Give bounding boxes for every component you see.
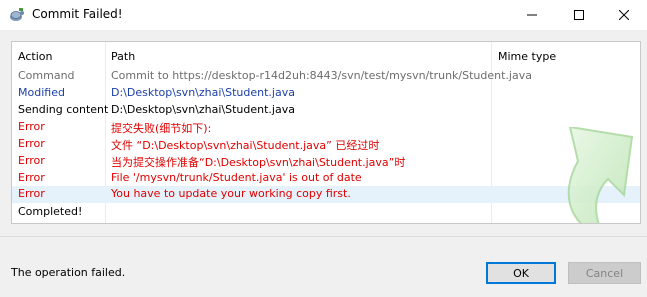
row-path: You have to update your working copy fir… — [111, 187, 351, 200]
row-path: 当为提交操作准备“D:\Desktop\svn\zhai\Student.jav… — [111, 156, 406, 169]
close-button[interactable] — [601, 0, 647, 30]
row-path: D:\Desktop\svn\zhai\Student.java — [111, 103, 295, 116]
column-header-path[interactable]: Path — [111, 50, 135, 63]
row-action: Completed! — [18, 205, 83, 218]
column-header-action[interactable]: Action — [18, 50, 52, 63]
row-action: Error — [18, 120, 45, 133]
row-action: Command — [18, 69, 75, 82]
close-icon — [619, 10, 629, 20]
row-path: File '/mysvn/trunk/Student.java' is out … — [111, 171, 362, 184]
minimize-button[interactable] — [509, 0, 555, 30]
status-text: The operation failed. — [11, 266, 126, 279]
table-row[interactable]: Modified D:\Desktop\svn\zhai\Student.jav… — [12, 85, 640, 102]
cancel-button[interactable]: Cancel — [568, 262, 641, 284]
row-path: Commit to https://desktop-r14d2uh:8443/s… — [111, 69, 532, 82]
row-path: 文件 “D:\Desktop\svn\zhai\Student.java” 已经… — [111, 139, 380, 152]
window-title: Commit Failed! — [32, 7, 123, 21]
maximize-button[interactable] — [556, 0, 602, 30]
row-path: 提交失败(细节如下): — [111, 122, 212, 135]
minimize-icon — [527, 14, 537, 16]
row-action: Modified — [18, 86, 65, 99]
row-path: D:\Desktop\svn\zhai\Student.java — [111, 86, 295, 99]
table-row[interactable]: Command Commit to https://desktop-r14d2u… — [12, 68, 640, 85]
row-action: Error — [18, 187, 45, 200]
title-bar: Commit Failed! — [0, 0, 647, 30]
row-action: Sending content — [18, 103, 109, 116]
maximize-icon — [574, 10, 584, 20]
column-header-mime-type[interactable]: Mime type — [498, 50, 556, 63]
table-row[interactable]: Sending content D:\Desktop\svn\zhai\Stud… — [12, 102, 640, 119]
row-action: Error — [18, 171, 45, 184]
commit-arrow-icon — [567, 127, 634, 223]
ok-button[interactable]: OK — [486, 262, 556, 284]
row-action: Error — [18, 154, 45, 167]
results-list[interactable]: Action Path Mime type Command Commit to … — [11, 41, 641, 224]
footer-divider — [0, 236, 647, 237]
tortoisesvn-icon — [10, 8, 24, 21]
row-action: Error — [18, 137, 45, 150]
